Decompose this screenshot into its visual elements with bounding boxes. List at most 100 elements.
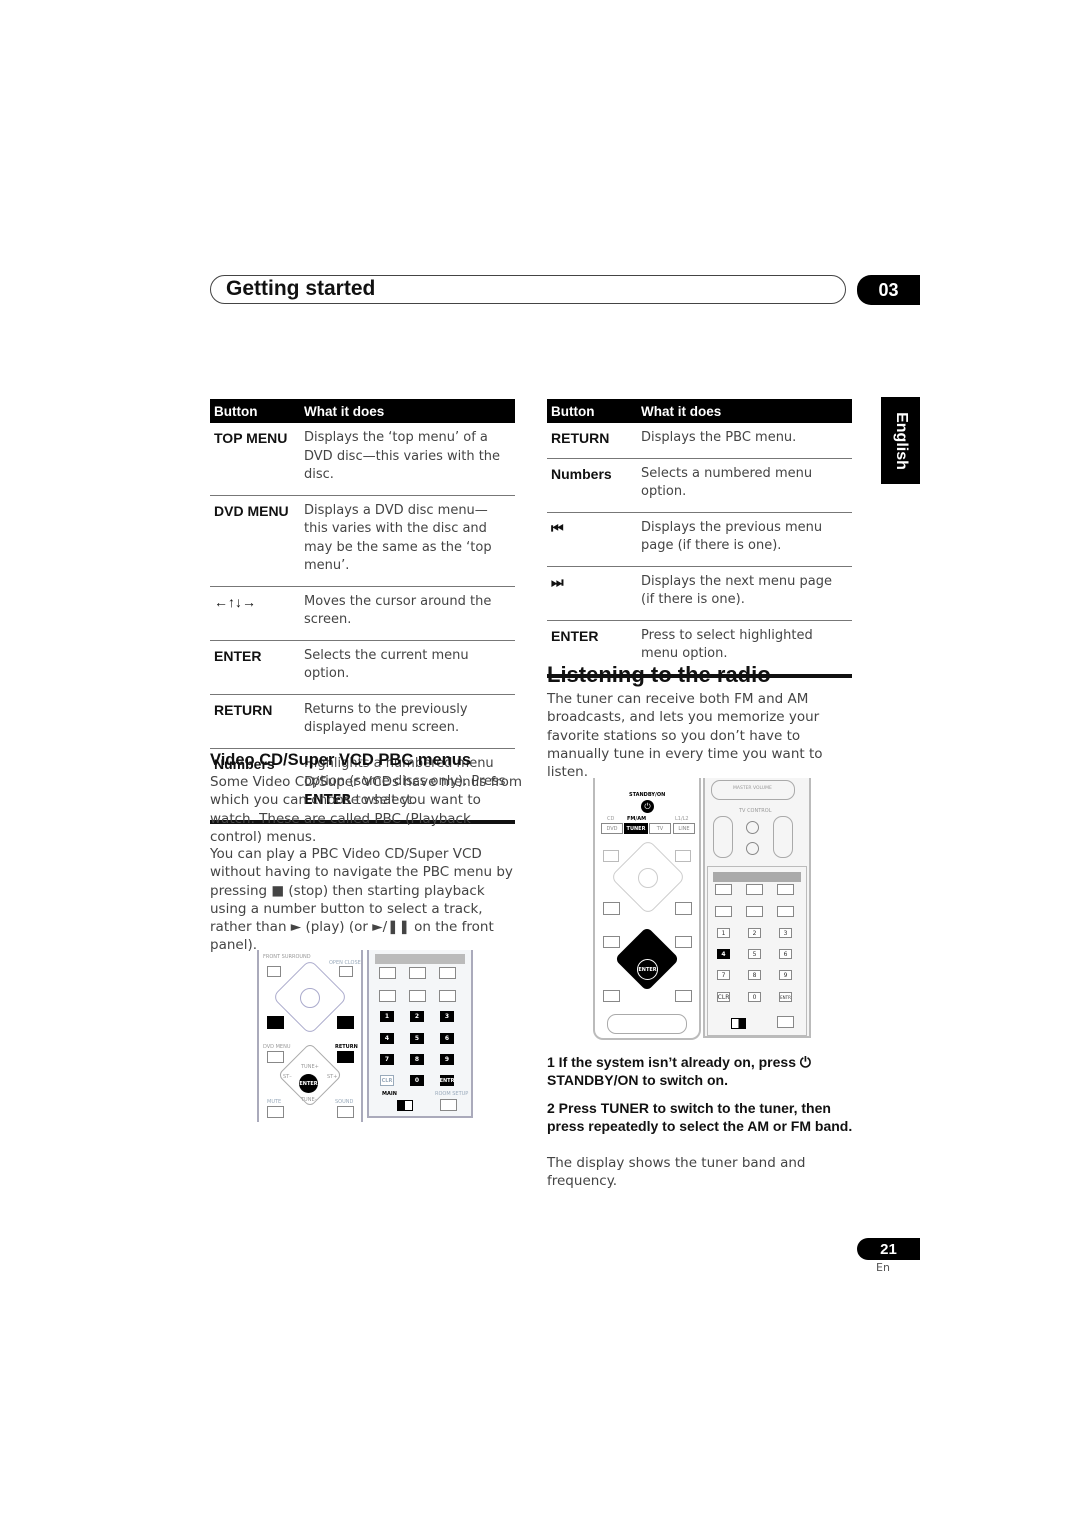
table-row: TOP MENU Displays the ‘top menu’ of a DVD… bbox=[210, 423, 515, 496]
section-title: Getting started bbox=[226, 277, 376, 300]
key-2: 2 bbox=[748, 928, 761, 938]
key-4: 4 bbox=[717, 949, 730, 959]
key-6: 6 bbox=[779, 949, 792, 959]
key-3: 3 bbox=[779, 928, 792, 938]
random-button bbox=[777, 906, 794, 917]
vol-rocker bbox=[773, 816, 793, 858]
col-what: What it does bbox=[300, 399, 515, 423]
ch-level-button bbox=[777, 884, 794, 895]
table-row: ⏭ Displays the next menu page (if there i… bbox=[547, 566, 852, 621]
ch-level-button bbox=[439, 967, 456, 979]
remote-diagram-large: STANDBY/ON ⏻ CD FM/AM L1/L2 DVD TUNER TV… bbox=[593, 778, 811, 1040]
key-5: 5 bbox=[748, 949, 761, 959]
dvd-menu-button bbox=[267, 1051, 284, 1063]
return-button bbox=[337, 1051, 354, 1063]
program-button bbox=[379, 990, 396, 1002]
key-9: 9 bbox=[779, 970, 792, 980]
col-what: What it does bbox=[637, 399, 852, 423]
step-2-note: The display shows the tuner band and fre… bbox=[547, 1155, 806, 1190]
col-button: Button bbox=[210, 399, 300, 423]
eject-button bbox=[339, 966, 353, 977]
dialogue-button bbox=[746, 884, 763, 895]
mode-label-strip bbox=[375, 954, 465, 964]
room-setup-button bbox=[777, 1016, 794, 1028]
vcd-para-1: Some Video CD/Super VCDs have menus from… bbox=[210, 774, 523, 845]
vcd-heading: Video CD/Super VCD PBC menus bbox=[210, 751, 471, 769]
table-row: Numbers Selects a numbered menu option. bbox=[547, 458, 852, 513]
key-2: 2 bbox=[410, 1011, 424, 1022]
key-1: 1 bbox=[717, 928, 730, 938]
sound-button bbox=[337, 1106, 354, 1118]
key-4: 4 bbox=[380, 1033, 394, 1044]
main-sub-switch bbox=[731, 1018, 746, 1029]
play-icon bbox=[638, 868, 658, 888]
mute-button bbox=[603, 990, 620, 1002]
next-track-button bbox=[675, 902, 692, 915]
table-row: DVD MENU Displays a DVD disc menu—this va… bbox=[210, 495, 515, 587]
mute-button bbox=[267, 1106, 284, 1118]
radio-heading: Listening to the radio bbox=[547, 662, 771, 687]
table-row: ←↑↓→ Moves the cursor around the screen. bbox=[210, 586, 515, 641]
arrow-keys-icon: ←↑↓→ bbox=[210, 586, 300, 641]
next-track-icon: ⏭ bbox=[547, 566, 637, 621]
line-button: LINE bbox=[673, 823, 695, 834]
standby-power-icon: ⏻ bbox=[641, 800, 654, 813]
pbc-button-table: Button What it does RETURN Displays the PB… bbox=[547, 399, 852, 678]
play-icon bbox=[300, 988, 320, 1008]
eject-button bbox=[675, 850, 691, 862]
ch-rocker bbox=[713, 816, 733, 858]
surround-button bbox=[379, 967, 396, 979]
key-8: 8 bbox=[748, 970, 761, 980]
master-volume-rocker bbox=[607, 1014, 687, 1034]
surround-button bbox=[715, 884, 732, 895]
key-8: 8 bbox=[410, 1054, 424, 1065]
main-sub-switch bbox=[397, 1100, 413, 1111]
room-setup-button bbox=[440, 1099, 457, 1111]
enter-button: ENTER bbox=[637, 959, 658, 980]
dialogue-button bbox=[409, 967, 426, 979]
front-surround-button bbox=[603, 850, 619, 862]
previous-track-icon: ⏮ bbox=[547, 512, 637, 567]
tuner-button: TUNER bbox=[624, 823, 648, 834]
key-7: 7 bbox=[380, 1054, 394, 1065]
tv-input-button bbox=[746, 842, 759, 855]
key-0: 0 bbox=[410, 1075, 424, 1086]
table-row: ENTER Selects the current menu option. bbox=[210, 640, 515, 695]
key-7: 7 bbox=[717, 970, 730, 980]
entr-button: ENTR bbox=[440, 1075, 454, 1086]
language-tab: English bbox=[881, 397, 920, 484]
page-language: En bbox=[876, 1261, 890, 1274]
col-button: Button bbox=[547, 399, 637, 423]
tv-button: TV bbox=[649, 823, 671, 834]
key-5: 5 bbox=[410, 1033, 424, 1044]
prev-track-button bbox=[603, 902, 620, 915]
key-0: 0 bbox=[748, 992, 761, 1002]
sound-button bbox=[675, 990, 692, 1002]
mode-label-strip bbox=[713, 872, 801, 882]
remote-diagram-small: FRONT SURROUND OPEN CLOSE DVD MENU RETUR… bbox=[257, 950, 475, 1122]
front-surround-button bbox=[267, 966, 281, 977]
clr-button: CLR bbox=[380, 1075, 394, 1086]
table-row: RETURN Displays the PBC menu. bbox=[547, 423, 852, 459]
return-button bbox=[675, 936, 692, 948]
table-row: RETURN Returns to the previously displaye… bbox=[210, 694, 515, 749]
page-number: 21 bbox=[857, 1238, 920, 1260]
tv-power-icon bbox=[746, 821, 759, 834]
random-button bbox=[439, 990, 456, 1002]
program-button bbox=[715, 906, 732, 917]
step-1: 1 If the system isn’t already on, press … bbox=[547, 1054, 811, 1088]
dvd-button: DVD bbox=[601, 823, 623, 834]
key-6: 6 bbox=[440, 1033, 454, 1044]
next-track-button bbox=[337, 1016, 354, 1029]
repeat-button bbox=[746, 906, 763, 917]
repeat-button bbox=[409, 990, 426, 1002]
step-2: 2 Press TUNER to switch to the tuner, th… bbox=[547, 1100, 853, 1134]
dvd-menu-button bbox=[603, 936, 620, 948]
clr-button: CLR bbox=[717, 992, 730, 1002]
radio-intro: The tuner can receive both FM and AM bro… bbox=[547, 691, 823, 781]
key-3: 3 bbox=[440, 1011, 454, 1022]
chapter-number: 03 bbox=[857, 275, 920, 305]
prev-track-button bbox=[267, 1016, 284, 1029]
key-9: 9 bbox=[440, 1054, 454, 1065]
enter-button: ENTER bbox=[299, 1074, 318, 1093]
